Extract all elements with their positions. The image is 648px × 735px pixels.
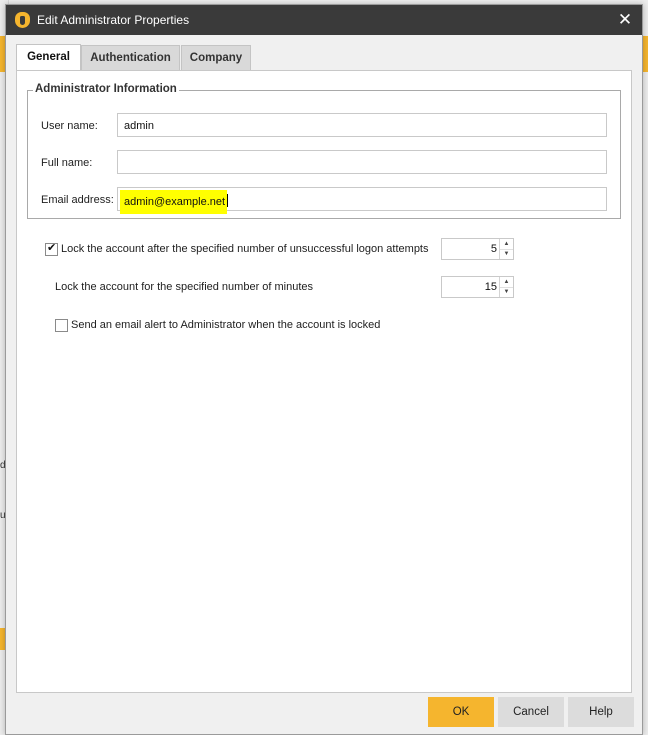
chevron-down-icon[interactable]: ▼ [500,287,513,297]
checkmark-icon: ✔ [47,242,57,254]
email-value-wrapper: admin@example.net [120,190,229,214]
administrator-information-group: Administrator Information User name: adm… [27,83,621,219]
tab-general[interactable]: General [16,44,81,72]
close-icon[interactable]: ✕ [612,7,638,33]
minutes-value: 15 [484,281,497,293]
dialog-title: Edit Administrator Properties [37,13,190,27]
username-field[interactable]: admin [117,113,607,137]
email-value: admin@example.net [120,190,228,214]
title-bar[interactable]: Edit Administrator Properties ✕ [6,5,642,35]
email-label: Email address: [41,194,114,206]
username-label: User name: [41,120,98,132]
email-alert-checkbox[interactable] [55,319,68,332]
attempts-value: 5 [490,243,497,255]
cancel-button[interactable]: Cancel [498,697,564,727]
shield-icon [15,12,30,28]
lock-attempts-label: Lock the account after the specified num… [61,243,429,255]
lock-minutes-label: Lock the account for the specified numbe… [55,281,314,293]
attempts-stepper-buttons: ▲ ▼ [499,239,513,259]
username-value: admin [124,120,154,132]
group-title: Administrator Information [33,83,179,95]
tab-company[interactable]: Company [181,45,251,71]
fullname-field[interactable] [117,150,607,174]
minutes-stepper-buttons: ▲ ▼ [499,277,513,297]
general-tab-panel: Administrator Information User name: adm… [16,70,632,693]
edit-administrator-dialog: Edit Administrator Properties ✕ General … [5,4,643,735]
attempts-stepper[interactable]: 5 ▲ ▼ [441,238,514,260]
tab-authentication[interactable]: Authentication [81,45,180,71]
ok-button[interactable]: OK [428,697,494,727]
email-alert-label: Send an email alert to Administrator whe… [71,319,381,331]
help-button[interactable]: Help [568,697,634,727]
chevron-down-icon[interactable]: ▼ [500,249,513,259]
lock-attempts-checkbox[interactable]: ✔ [45,242,58,256]
email-field[interactable]: admin@example.net [117,187,607,214]
text-caret [227,194,229,207]
fullname-label: Full name: [41,157,93,169]
minutes-stepper[interactable]: 15 ▲ ▼ [441,276,514,298]
